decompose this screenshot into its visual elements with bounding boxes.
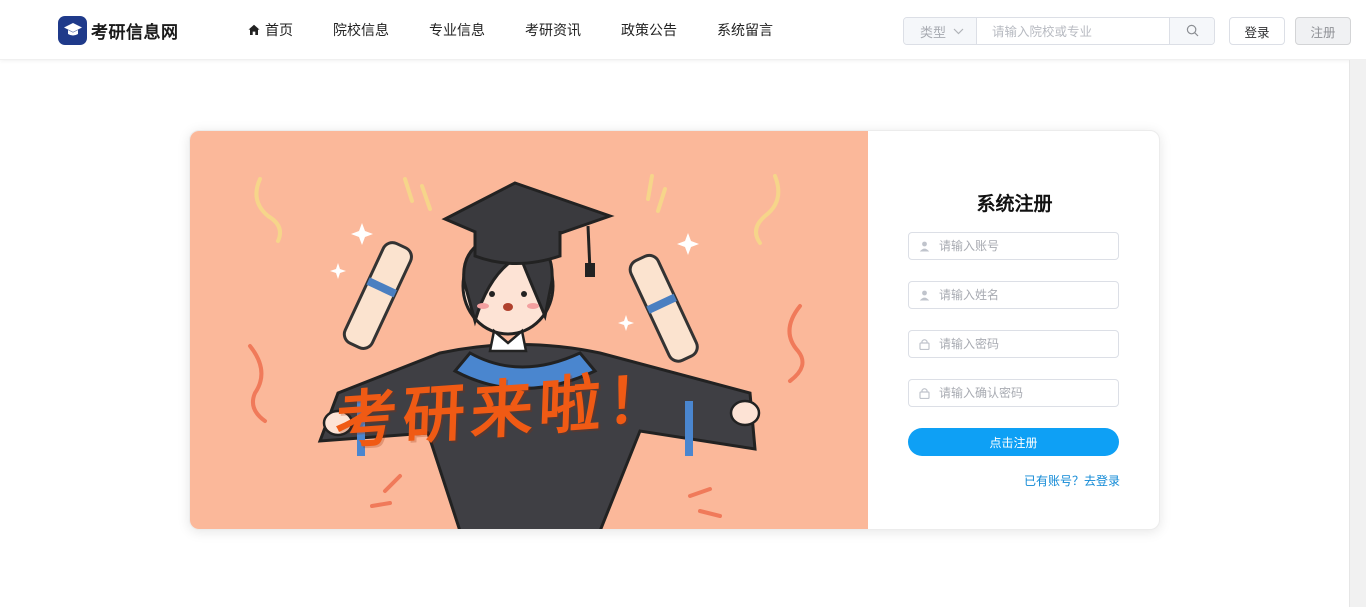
- search-bar: 类型: [903, 17, 1215, 45]
- register-submit-button[interactable]: 点击注册: [908, 428, 1119, 456]
- graduate-girl-illustration: [248, 174, 805, 529]
- site-logo[interactable]: 考研信息网: [58, 15, 179, 45]
- search-icon: [1186, 22, 1199, 41]
- nav-schools[interactable]: 院校信息: [333, 0, 389, 60]
- page-scrollbar[interactable]: [1349, 60, 1366, 607]
- register-button[interactable]: 注册: [1295, 17, 1351, 45]
- search-type-select[interactable]: 类型: [904, 18, 977, 44]
- search-type-label: 类型: [920, 25, 947, 41]
- nav-home[interactable]: 首页: [248, 0, 293, 60]
- nav-messages[interactable]: 系统留言: [717, 0, 773, 60]
- graduation-illustration: 考研来啦！: [190, 131, 868, 529]
- lock-icon: [909, 387, 939, 399]
- confirm-password-input[interactable]: [939, 380, 1118, 406]
- graduation-cap-icon: [58, 15, 87, 45]
- login-button[interactable]: 登录: [1229, 17, 1285, 45]
- search-button[interactable]: [1169, 18, 1214, 44]
- register-form: 系统注册 点击注册 已有账号？去登录: [868, 131, 1159, 529]
- name-field[interactable]: [908, 281, 1119, 309]
- form-title: 系统注册: [976, 193, 1053, 215]
- main-nav: 首页 院校信息 专业信息 考研资讯 政策公告 系统留言: [248, 0, 813, 60]
- account-input[interactable]: [939, 233, 1118, 259]
- register-card: 考研来啦！ 系统注册 点击注册: [189, 130, 1160, 530]
- nav-majors[interactable]: 专业信息: [429, 0, 485, 60]
- search-input[interactable]: [977, 18, 1169, 44]
- nav-news[interactable]: 考研资讯: [525, 0, 581, 60]
- go-login-link[interactable]: 已有账号？去登录: [1024, 472, 1120, 489]
- top-header: 考研信息网 首页 院校信息 专业信息 考研资讯 政策公告 系统留言 类型 登录 …: [0, 0, 1366, 60]
- password-field[interactable]: [908, 330, 1119, 358]
- confirm-password-field[interactable]: [908, 379, 1119, 407]
- password-input[interactable]: [939, 331, 1118, 357]
- chevron-down-icon: [953, 24, 964, 39]
- user-icon: [909, 241, 939, 252]
- nav-policy[interactable]: 政策公告: [621, 0, 677, 60]
- nav-home-label: 首页: [265, 23, 293, 39]
- name-input[interactable]: [939, 282, 1118, 308]
- user-icon: [909, 290, 939, 301]
- home-icon: [248, 24, 260, 36]
- account-field[interactable]: [908, 232, 1119, 260]
- site-name: 考研信息网: [91, 22, 179, 43]
- lock-icon: [909, 338, 939, 350]
